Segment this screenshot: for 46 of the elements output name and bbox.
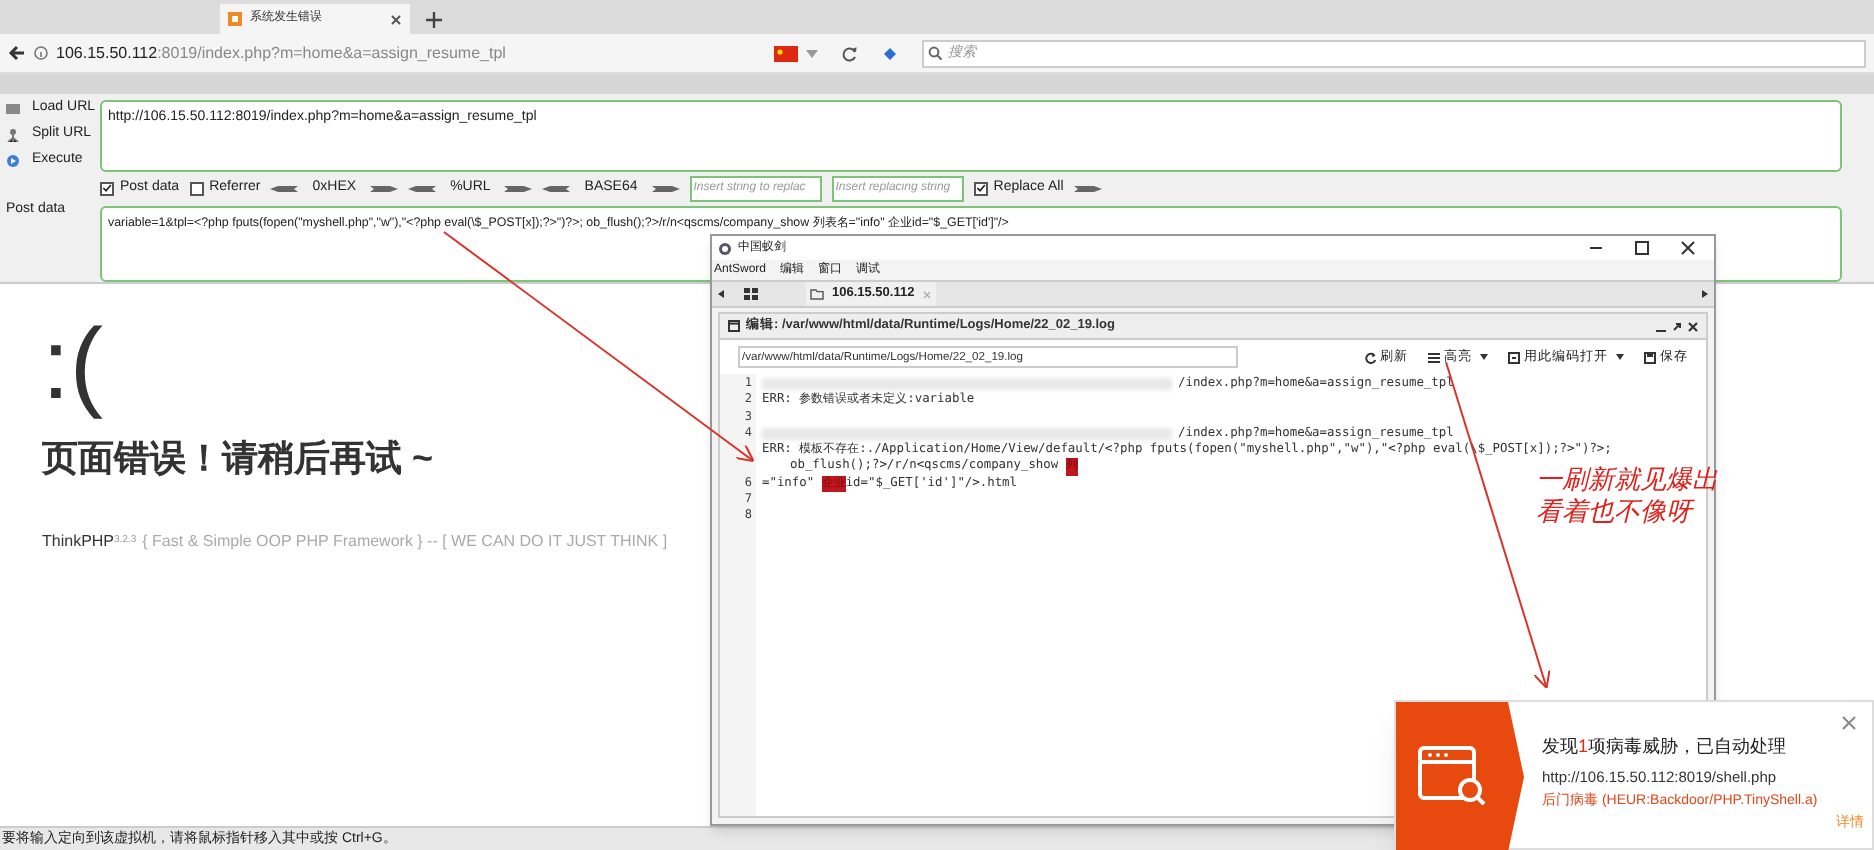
close-icon[interactable] [390, 13, 402, 25]
checkbox[interactable] [189, 181, 204, 196]
caret-icon[interactable] [806, 49, 818, 57]
play-icon [6, 154, 20, 168]
search-icon [928, 46, 942, 60]
back-icon[interactable] [8, 44, 26, 62]
refresh-icon [1364, 351, 1376, 363]
left-arrow-icon[interactable] [542, 183, 571, 194]
sad-face: :( [42, 306, 104, 424]
grid-icon[interactable] [744, 288, 758, 300]
close-icon[interactable] [1688, 321, 1698, 331]
maximize-icon[interactable] [1634, 240, 1650, 256]
save-icon [1644, 351, 1656, 363]
scroll-right-icon[interactable] [1702, 290, 1708, 298]
right-arrow-icon[interactable] [504, 183, 533, 194]
popout-icon[interactable] [1672, 321, 1682, 331]
alert-title: 发现1项病毒威胁，已自动处理 [1542, 734, 1789, 760]
file-icon [1508, 351, 1520, 363]
close-icon[interactable] [1680, 240, 1696, 256]
address-url[interactable]: 106.15.50.112:8019/index.php?m=home&a=assign_resume_tpl [56, 41, 766, 65]
new-tab-icon[interactable] [426, 12, 442, 28]
caret-icon [1480, 354, 1488, 360]
extension-icon[interactable] [882, 45, 898, 61]
page-icon [228, 12, 242, 26]
window-icon [728, 320, 740, 332]
split-icon [6, 128, 20, 142]
folder-icon [810, 288, 824, 300]
app-icon [718, 241, 732, 255]
annotation-text: 看着也不像呀 [1536, 498, 1697, 530]
load-icon [6, 102, 20, 116]
info-icon[interactable] [34, 46, 48, 60]
left-arrow-icon[interactable] [270, 183, 299, 194]
right-arrow-icon[interactable] [1073, 183, 1102, 194]
scroll-left-icon[interactable] [718, 290, 724, 298]
left-arrow-icon[interactable] [408, 183, 437, 194]
right-arrow-icon[interactable] [651, 183, 680, 194]
checkbox[interactable] [973, 181, 988, 196]
footer-text: ThinkPHP$^{3.2.3}$ { Fast & Simple OOP PHP Framework } -- [ WE CAN DO IT JUST THINK ] [42, 530, 668, 554]
lines-icon [1428, 351, 1440, 363]
right-arrow-icon[interactable] [370, 183, 399, 194]
checkbox[interactable] [100, 181, 114, 196]
annotation-text: 一刷新就见爆出 [1536, 466, 1718, 498]
error-heading: 页面错误！请稍后再试 ~ [42, 436, 434, 482]
caret-icon [1616, 354, 1624, 360]
flag-icon [774, 45, 798, 61]
reload-icon[interactable] [842, 45, 858, 61]
